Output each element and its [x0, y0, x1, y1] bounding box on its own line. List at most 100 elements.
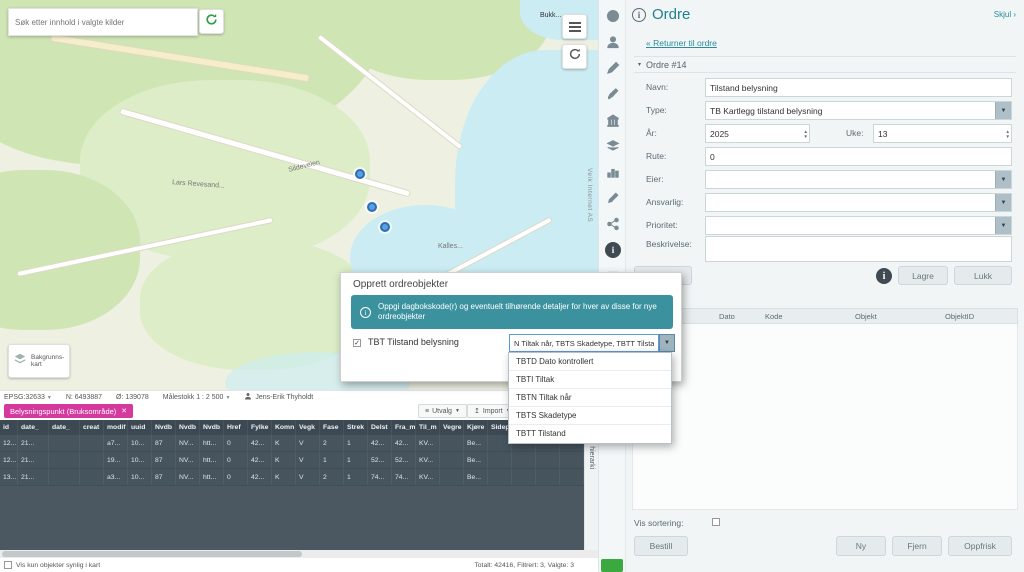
map-menu-button[interactable]: [562, 14, 587, 39]
column-header[interactable]: Nvdb: [200, 420, 224, 435]
lukk-button[interactable]: Lukk: [954, 266, 1012, 285]
table-row[interactable]: 12...21...19...10...87NV...htt...042...K…: [0, 452, 584, 469]
search-input[interactable]: [9, 18, 197, 27]
ansvarlig-select[interactable]: ▼: [705, 193, 1012, 212]
horizontal-scrollbar[interactable]: [0, 550, 598, 558]
locate-button[interactable]: [199, 9, 224, 34]
map-attribution: Veik Internet AS: [586, 168, 593, 222]
dropdown-option[interactable]: TBTD Dato kontrollert: [509, 353, 671, 371]
vis-sortering-checkbox[interactable]: [712, 518, 720, 526]
epsg-selector[interactable]: EPSG:32633▼: [4, 394, 52, 401]
building-icon[interactable]: [605, 112, 621, 128]
caret-down-icon[interactable]: ▼: [995, 170, 1011, 189]
lagre-button[interactable]: Lagre: [898, 266, 948, 285]
prioritet-select[interactable]: ▼: [705, 216, 1012, 235]
navn-field[interactable]: [705, 78, 1012, 97]
edit-icon[interactable]: [605, 60, 621, 76]
caret-down-icon[interactable]: ▼: [995, 216, 1011, 235]
table-cell: [536, 452, 560, 468]
column-header[interactable]: Strek: [344, 420, 368, 435]
column-header[interactable]: Delst: [368, 420, 392, 435]
status-green-button[interactable]: [601, 559, 623, 572]
caret-down-icon[interactable]: ▼: [995, 101, 1011, 120]
column-header[interactable]: Komn: [272, 420, 296, 435]
column-header[interactable]: Vegk: [296, 420, 320, 435]
beskrivelse-field[interactable]: [705, 236, 1012, 262]
layers-icon[interactable]: [605, 138, 621, 154]
tbt-checkbox[interactable]: ✓: [353, 339, 361, 347]
table-row[interactable]: 13...21...a3...10...87NV...htt...042...K…: [0, 469, 584, 486]
spinner-arrows[interactable]: ▲▼: [1006, 129, 1010, 139]
column-header[interactable]: uuid: [128, 420, 152, 435]
ordre-grid-body[interactable]: [632, 324, 1018, 510]
user-icon[interactable]: [605, 34, 621, 50]
column-header[interactable]: date_: [18, 420, 49, 435]
type-select[interactable]: TB Kartlegg tilstand belysning ▼: [705, 101, 1012, 120]
grid-column-header[interactable]: ObjektID: [945, 309, 974, 324]
column-header[interactable]: modif: [104, 420, 128, 435]
return-to-orders-link[interactable]: « Returner til ordre: [646, 38, 717, 48]
active-layer-tag[interactable]: Belysningspunkt (Bruksområde) ✕: [4, 404, 133, 418]
column-header[interactable]: Fra_m: [392, 420, 416, 435]
fjern-button[interactable]: Fjern: [892, 536, 942, 556]
grid-column-header[interactable]: Kode: [765, 309, 783, 324]
map-refresh-button[interactable]: [562, 44, 587, 69]
ansvarlig-label: Ansvarlig:: [646, 197, 683, 207]
column-header[interactable]: Vegre: [440, 420, 464, 435]
bestill-button[interactable]: Bestill: [634, 536, 688, 556]
hide-panel-link[interactable]: Skjul ›: [994, 10, 1016, 19]
column-header[interactable]: Href: [224, 420, 248, 435]
dropdown-option[interactable]: TBTT Tilstand: [509, 425, 671, 443]
coordinate-east: Ø: 139078: [116, 394, 149, 401]
info-filled-icon[interactable]: i: [876, 268, 892, 284]
caret-down-icon[interactable]: ▼: [995, 193, 1011, 212]
column-header[interactable]: Til_m: [416, 420, 440, 435]
ny-button[interactable]: Ny: [836, 536, 886, 556]
share-icon[interactable]: [605, 216, 621, 232]
close-icon[interactable]: ✕: [121, 407, 127, 415]
map-point-marker[interactable]: [355, 169, 365, 179]
table-row[interactable]: 12...21...a7...10...87NV...htt...042...K…: [0, 435, 584, 452]
user-icon: [244, 392, 252, 402]
column-header[interactable]: date_: [49, 420, 80, 435]
pencil-icon[interactable]: [605, 190, 621, 206]
rute-field[interactable]: [705, 147, 1012, 166]
scrollbar-thumb[interactable]: [2, 551, 302, 557]
oppfrisk-button[interactable]: Oppfrisk: [948, 536, 1012, 556]
grid-column-header[interactable]: Dato: [719, 309, 735, 324]
scale-selector[interactable]: Målestokk 1 : 2 500▼: [163, 394, 231, 401]
map-point-marker[interactable]: [380, 222, 390, 232]
visible-only-checkbox[interactable]: [4, 561, 12, 569]
table-cell: [49, 469, 80, 485]
grid-column-header[interactable]: Objekt: [855, 309, 877, 324]
column-header[interactable]: Nvdb: [152, 420, 176, 435]
combo-dropdown-button[interactable]: ▼: [659, 334, 675, 352]
spinner-arrows[interactable]: ▲▼: [804, 129, 808, 139]
table-cell: KV...: [416, 435, 440, 451]
brush-icon[interactable]: [605, 86, 621, 102]
chart-icon[interactable]: [605, 164, 621, 180]
table-cell: [560, 469, 584, 485]
table-cell: 21...: [18, 469, 49, 485]
utvalg-button[interactable]: ≡ Utvalg ▼: [418, 404, 467, 418]
column-header[interactable]: id: [0, 420, 18, 435]
dagbokskode-combo-input[interactable]: [509, 334, 659, 352]
column-header[interactable]: Nvdb: [176, 420, 200, 435]
map-point-marker[interactable]: [367, 202, 377, 212]
column-header[interactable]: creat: [80, 420, 104, 435]
order-section-header[interactable]: ▾ Ordre #14: [634, 56, 1016, 73]
dropdown-option[interactable]: TBTN Tiltak når: [509, 389, 671, 407]
table-cell: 74...: [392, 469, 416, 485]
table-cell: 19...: [104, 452, 128, 468]
column-header[interactable]: Fase: [320, 420, 344, 435]
dropdown-option[interactable]: TBTS Skadetype: [509, 407, 671, 425]
uke-stepper[interactable]: 13 ▲▼: [873, 124, 1012, 143]
background-map-button[interactable]: Bakgrunns-kart: [8, 344, 70, 378]
eier-select[interactable]: ▼: [705, 170, 1012, 189]
aar-stepper[interactable]: 2025 ▲▼: [705, 124, 810, 143]
info-filled-icon[interactable]: i: [605, 242, 621, 258]
column-header[interactable]: Fylke: [248, 420, 272, 435]
column-header[interactable]: Kjøre: [464, 420, 488, 435]
info-icon[interactable]: [605, 8, 621, 24]
dropdown-option[interactable]: TBTI Tiltak: [509, 371, 671, 389]
